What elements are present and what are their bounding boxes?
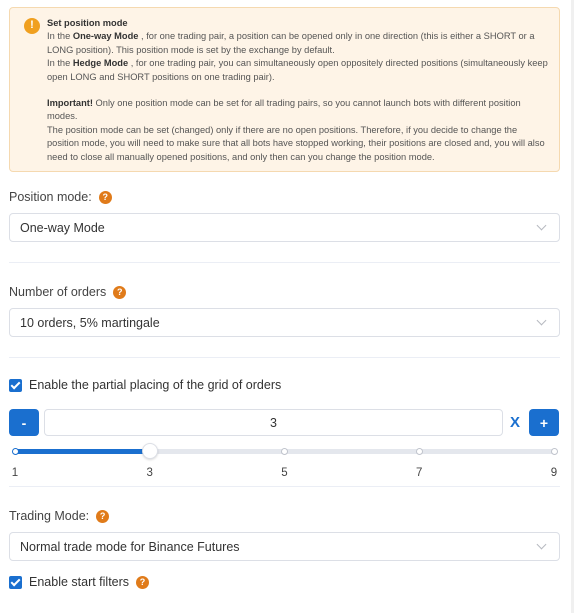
question-icon[interactable]: ?	[136, 575, 150, 589]
position-mode-label-row: Position mode: ?	[9, 190, 112, 204]
slider-stop[interactable]	[550, 448, 558, 455]
start-filters-checkbox[interactable]	[9, 575, 22, 589]
divider	[9, 262, 560, 263]
partial-grid-checkbox[interactable]	[9, 378, 22, 392]
position-mode-value: One-way Mode	[20, 220, 105, 235]
question-icon[interactable]: ?	[96, 509, 110, 523]
question-icon[interactable]: ?	[98, 190, 112, 204]
notice-hedge-text: In the Hedge Mode , for one trading pair…	[47, 58, 548, 82]
notice-last-text: The position mode can be set (changed) o…	[47, 124, 545, 162]
slider-tick-label: 1	[11, 467, 19, 479]
position-mode-label: Position mode:	[9, 190, 92, 204]
slider-stop[interactable]	[415, 448, 423, 455]
slider-tick-label: 3	[146, 467, 153, 479]
chevron-down-icon	[536, 220, 547, 231]
slider-handle[interactable]	[141, 443, 158, 459]
increment-button[interactable]: +	[529, 409, 559, 436]
partial-orders-input[interactable]: 3	[44, 409, 503, 436]
partial-grid-label: Enable the partial placing of the grid o…	[29, 378, 282, 392]
orders-label-row: Number of orders ?	[9, 285, 127, 299]
trading-mode-select[interactable]: Normal trade mode for Binance Futures	[9, 532, 560, 561]
slider-tick-label: 9	[550, 467, 558, 479]
partial-grid-checkbox-row[interactable]: Enable the partial placing of the grid o…	[9, 378, 281, 392]
divider	[9, 486, 560, 487]
slider-fill	[15, 449, 150, 454]
exclamation-icon: !	[24, 18, 40, 34]
slider-tick-label: 5	[281, 467, 288, 479]
start-filters-checkbox-row[interactable]: Enable start filters ?	[9, 575, 150, 589]
position-mode-select[interactable]: One-way Mode	[9, 213, 560, 242]
slider-tick-label: 7	[416, 467, 423, 479]
trading-mode-label: Trading Mode:	[9, 509, 90, 523]
notice-important-text: Important! Only one position mode can be…	[47, 98, 521, 122]
notice-title: Set position mode	[47, 18, 128, 28]
chevron-down-icon	[536, 315, 547, 326]
decrement-button[interactable]: -	[9, 409, 39, 436]
orders-label: Number of orders	[9, 285, 107, 299]
trading-mode-label-row: Trading Mode: ?	[9, 509, 110, 523]
notice-oneway-text: In the One-way Mode , for one trading pa…	[47, 31, 535, 55]
question-icon[interactable]: ?	[113, 285, 127, 299]
orders-select[interactable]: 10 orders, 5% martingale	[9, 308, 560, 337]
orders-value: 10 orders, 5% martingale	[20, 315, 160, 330]
position-mode-notice: ! Set position mode In the One-way Mode …	[9, 7, 560, 172]
chevron-down-icon	[536, 539, 547, 550]
slider-stop[interactable]	[281, 448, 288, 455]
slider-stop[interactable]	[11, 448, 19, 455]
x-label: X	[510, 414, 521, 431]
divider	[9, 357, 560, 358]
start-filters-label: Enable start filters	[29, 575, 130, 589]
trading-mode-value: Normal trade mode for Binance Futures	[20, 539, 240, 554]
partial-orders-slider[interactable]	[11, 443, 558, 459]
